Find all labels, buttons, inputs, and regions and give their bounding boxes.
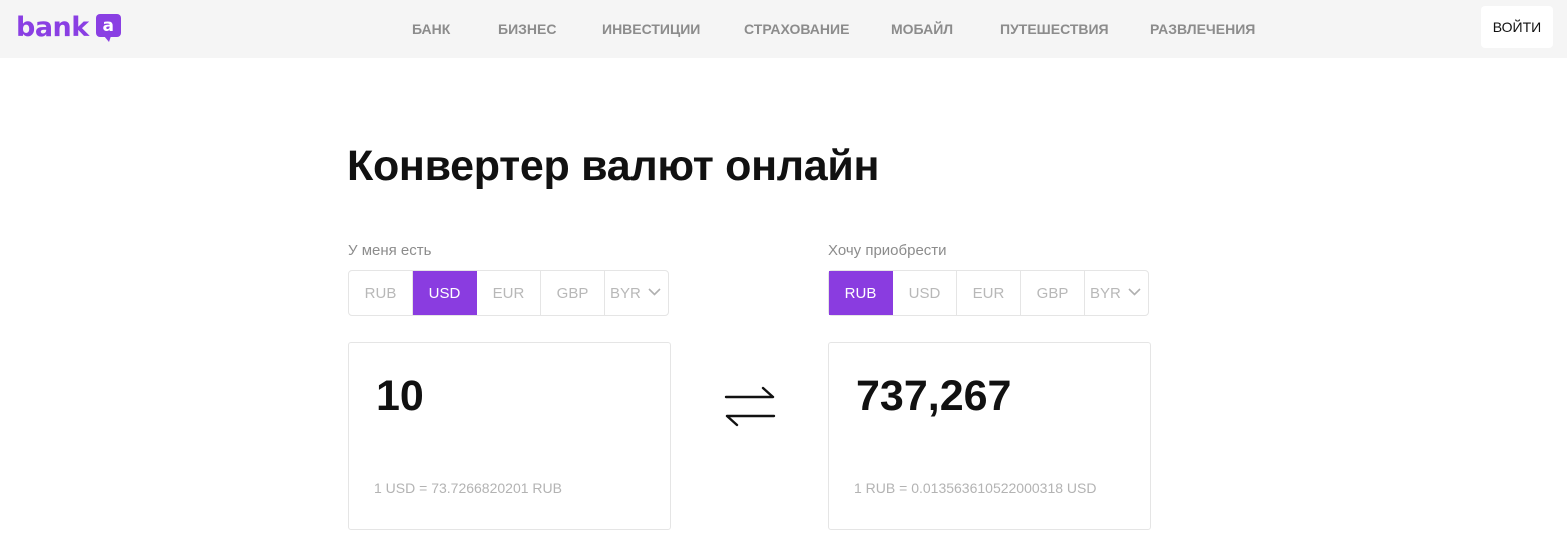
main-nav: БАНК БИЗНЕС ИНВЕСТИЦИИ СТРАХОВАНИЕ МОБАЙ… <box>0 0 1567 58</box>
to-amount-box[interactable]: 737,267 1 RUB = 0.013563610522000318 USD <box>828 342 1151 530</box>
nav-item-investments[interactable]: ИНВЕСТИЦИИ <box>602 21 700 37</box>
from-currency-usd[interactable]: USD <box>413 271 477 315</box>
nav-item-entertainment[interactable]: РАЗВЛЕЧЕНИЯ <box>1150 21 1255 37</box>
from-currency-eur[interactable]: EUR <box>477 271 541 315</box>
from-rate-text: 1 USD = 73.7266820201 RUB <box>374 480 562 496</box>
to-currency-dropdown[interactable]: BYR <box>1085 271 1148 315</box>
nav-item-business[interactable]: БИЗНЕС <box>498 21 556 37</box>
to-dropdown-value: BYR <box>1090 284 1121 302</box>
to-amount-output[interactable]: 737,267 <box>856 371 1011 421</box>
to-label: Хочу приобрести <box>828 242 947 259</box>
chevron-down-icon <box>648 288 661 296</box>
from-currency-dropdown[interactable]: BYR <box>605 271 668 315</box>
from-currency-rub[interactable]: RUB <box>349 271 413 315</box>
from-currency-tabs: RUB USD EUR GBP BYR <box>348 270 669 316</box>
login-button[interactable]: ВОЙТИ <box>1481 6 1553 48</box>
from-label: У меня есть <box>348 242 432 259</box>
nav-item-mobile[interactable]: МОБАЙЛ <box>891 21 953 37</box>
nav-item-insurance[interactable]: СТРАХОВАНИЕ <box>744 21 849 37</box>
from-dropdown-value: BYR <box>610 284 641 302</box>
page-title: Конвертер валют онлайн <box>347 142 880 190</box>
to-rate-text: 1 RUB = 0.013563610522000318 USD <box>854 480 1097 496</box>
from-amount-input[interactable]: 10 <box>376 371 424 421</box>
to-currency-usd[interactable]: USD <box>893 271 957 315</box>
nav-item-travel[interactable]: ПУТЕШЕСТВИЯ <box>1000 21 1109 37</box>
from-amount-box[interactable]: 10 1 USD = 73.7266820201 RUB <box>348 342 671 530</box>
to-currency-tabs: RUB USD EUR GBP BYR <box>828 270 1149 316</box>
to-currency-eur[interactable]: EUR <box>957 271 1021 315</box>
to-currency-rub[interactable]: RUB <box>829 271 893 315</box>
chevron-down-icon <box>1128 288 1141 296</box>
from-currency-gbp[interactable]: GBP <box>541 271 605 315</box>
swap-arrows-icon <box>724 386 776 427</box>
top-header: bank a БАНК БИЗНЕС ИНВЕСТИЦИИ СТРАХОВАНИ… <box>0 0 1567 58</box>
nav-item-bank[interactable]: БАНК <box>412 21 450 37</box>
swap-button[interactable] <box>722 384 778 428</box>
to-currency-gbp[interactable]: GBP <box>1021 271 1085 315</box>
